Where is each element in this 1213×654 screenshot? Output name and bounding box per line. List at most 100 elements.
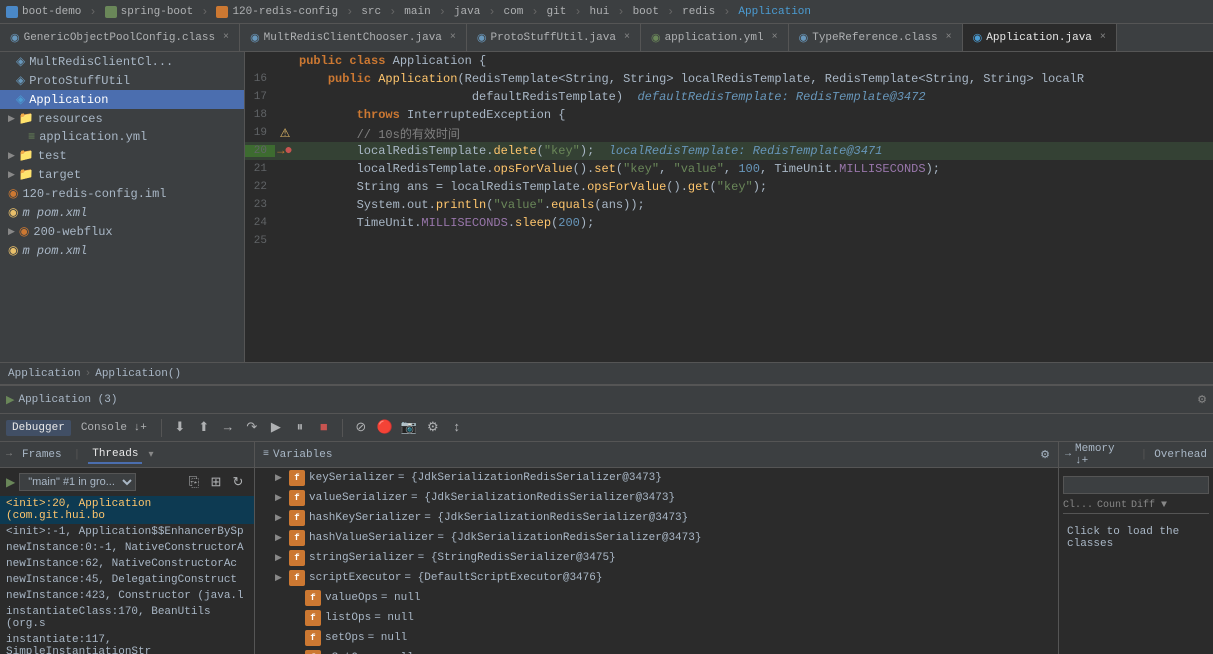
sidebar-multredis[interactable]: ◈ MultRedisClientCl... [0, 52, 244, 71]
frame-0-label: <init>:20, Application (com.git.hui.bo [6, 498, 248, 522]
tab-typereference[interactable]: ◉ TypeReference.class × [789, 24, 963, 52]
var-zset-ops[interactable]: f zSetOps = null [255, 648, 1058, 654]
variables-settings-icon[interactable]: ⚙ [1040, 448, 1050, 462]
frame-item-3[interactable]: newInstance:62, NativeConstructorAc [0, 556, 254, 572]
frame-6-label: instantiateClass:170, BeanUtils (org.s [6, 606, 248, 630]
var-key-serializer[interactable]: ▶ f keySerializer = {JdkSerializationRed… [255, 468, 1058, 488]
thread-dropdown[interactable]: "main" #1 in gro... [19, 473, 136, 491]
tab-bar: ◉ GenericObjectPoolConfig.class × ◉ Mult… [0, 24, 1213, 52]
sidebar-target[interactable]: ▶ 📁 target [0, 165, 244, 184]
frame-item-4[interactable]: newInstance:45, DelegatingConstruct [0, 572, 254, 588]
frame-item-0[interactable]: <init>:20, Application (com.git.hui.bo [0, 496, 254, 524]
settings-button[interactable]: ⚙ [423, 418, 443, 438]
sidebar-test[interactable]: ▶ 📁 test [0, 146, 244, 165]
resume-button[interactable]: ▶ [266, 418, 286, 438]
tab-application-yml[interactable]: ◉ application.yml × [641, 24, 789, 52]
sidebar-pom1-icon: ◉ [8, 205, 18, 220]
debugger-button[interactable]: Debugger [6, 420, 71, 436]
sidebar-iml-label: 120-redis-config.iml [22, 187, 166, 201]
step-over-button[interactable]: ⬇ [170, 418, 190, 438]
redis-config-icon [216, 6, 228, 18]
frame-item-6[interactable]: instantiateClass:170, BeanUtils (org.s [0, 604, 254, 632]
tab-multredis-close[interactable]: × [450, 32, 456, 43]
tab-application-java[interactable]: ◉ Application.java × [963, 24, 1117, 52]
frame-item-5[interactable]: newInstance:423, Constructor (java.l [0, 588, 254, 604]
code-line-23: 23 System.out.println("value".equals(ans… [245, 196, 1213, 214]
tab-yml-close[interactable]: × [772, 32, 778, 43]
thread-icons: ⎘ ⊞ ↻ [184, 472, 248, 492]
breadcrumb-method[interactable]: Application() [95, 368, 181, 380]
tab-protostuff-close[interactable]: × [624, 32, 630, 43]
sidebar-application-yml[interactable]: ≡ application.yml [0, 128, 244, 146]
frame-item-2[interactable]: newInstance:0:-1, NativeConstructorA [0, 540, 254, 556]
sidebar-pom1[interactable]: ◉ m pom.xml [0, 203, 244, 222]
frame-5-label: newInstance:423, Constructor (java.l [6, 590, 244, 602]
copy-icon[interactable]: ⎘ [184, 472, 204, 492]
sidebar-multredis-icon: ◈ [16, 54, 25, 69]
var-value-serializer[interactable]: ▶ f valueSerializer = {JdkSerializationR… [255, 488, 1058, 508]
click-to-load-text[interactable]: Click to load the classes [1063, 518, 1209, 558]
variables-title: Variables [273, 449, 332, 461]
var-string-serializer[interactable]: ▶ f stringSerializer = {StringRedisSeria… [255, 548, 1058, 568]
var-hash-value-serializer[interactable]: ▶ f hashValueSerializer = {JdkSerializat… [255, 528, 1058, 548]
sidebar-protostuff[interactable]: ◈ ProtoStuffUtil [0, 71, 244, 90]
frame-7-label: instantiate:117, SimpleInstantiationStr [6, 634, 248, 654]
top-bar-spring-boot[interactable]: spring-boot [105, 6, 194, 18]
sidebar-test-label: test [38, 149, 67, 163]
tab-application-close[interactable]: × [1100, 32, 1106, 43]
stop-button[interactable]: ■ [314, 418, 334, 438]
filter-icon[interactable]: ⊞ [206, 472, 226, 492]
col-count: Count [1097, 500, 1127, 511]
sidebar-iml[interactable]: ◉ 120-redis-config.iml [0, 184, 244, 203]
tab-multredis[interactable]: ◉ MultRedisClientChooser.java × [240, 24, 467, 52]
sidebar-pom2[interactable]: ◉ m pom.xml [0, 241, 244, 260]
sidebar-application-icon: ◈ [16, 92, 25, 107]
memory-search-input[interactable] [1063, 476, 1209, 494]
top-bar-java: java [454, 6, 480, 18]
step-out-button[interactable]: → [218, 418, 238, 438]
get-thread-dump-button[interactable]: 📷 [399, 418, 419, 438]
tab-typereference-label: TypeReference.class [812, 32, 937, 44]
tab-typereference-close[interactable]: × [946, 32, 952, 43]
var-script-executor[interactable]: ▶ f scriptExecutor = {DefaultScriptExecu… [255, 568, 1058, 588]
frame-item-1[interactable]: <init>:-1, Application$$EnhancerBySp [0, 524, 254, 540]
run-to-cursor-button[interactable]: ↷ [242, 418, 262, 438]
view-breakpoints-button[interactable]: 🔴 [375, 418, 395, 438]
pause-button[interactable]: ⏸ [290, 418, 310, 438]
memory-tab[interactable]: Memory ↓+ [1075, 443, 1134, 467]
var-list-ops[interactable]: f listOps = null [255, 608, 1058, 628]
code-line-16: 16 public Application(RedisTemplate<Stri… [245, 70, 1213, 88]
restore-icon[interactable]: ↻ [228, 472, 248, 492]
tab-generic-pool[interactable]: ◉ GenericObjectPoolConfig.class × [0, 24, 240, 52]
sidebar-resources[interactable]: ▶ 📁 resources [0, 109, 244, 128]
var-value-ops[interactable]: f valueOps = null [255, 588, 1058, 608]
breadcrumb-application[interactable]: Application [8, 368, 81, 380]
top-bar-boot-demo[interactable]: boot-demo [6, 6, 81, 18]
top-bar-redis-config[interactable]: 120-redis-config [216, 6, 338, 18]
frames-tab[interactable]: Frames [18, 447, 66, 463]
var-set-ops[interactable]: f setOps = null [255, 628, 1058, 648]
console-button[interactable]: Console ↓+ [75, 420, 153, 436]
sidebar-webflux[interactable]: ▶ ◉ 200-webflux [0, 222, 244, 241]
step-into-button[interactable]: ⬆ [194, 418, 214, 438]
overhead-tab[interactable]: Overhead [1154, 449, 1207, 461]
session-settings-icon[interactable]: ⚙ [1197, 393, 1207, 407]
memory-panel: → Memory ↓+ | Overhead Cl... Count Diff … [1058, 442, 1213, 654]
tab-protostuff[interactable]: ◉ ProtoStuffUtil.java × [467, 24, 641, 52]
tab-generic-pool-close[interactable]: × [223, 32, 229, 43]
code-content[interactable]: public class Application { 16 public App… [245, 52, 1213, 362]
restore-layout-button[interactable]: ↕ [447, 418, 467, 438]
sidebar-iml-icon: ◉ [8, 186, 18, 201]
threads-tab[interactable]: Threads [88, 446, 142, 464]
tab-application-label: Application.java [986, 32, 1092, 44]
tab-protostuff-icon: ◉ [477, 31, 487, 45]
var-hash-key-serializer[interactable]: ▶ f hashKeySerializer = {JdkSerializatio… [255, 508, 1058, 528]
memory-content: Cl... Count Diff ▼ Click to load the cla… [1059, 468, 1213, 654]
breakpoint-icon: ● [284, 143, 292, 159]
sidebar-webflux-arrow: ▶ [8, 227, 15, 237]
sidebar-application[interactable]: ◈ Application [0, 90, 244, 109]
mute-breakpoints-button[interactable]: ⊘ [351, 418, 371, 438]
var-zset-ops-icon: f [305, 650, 321, 654]
frame-item-7[interactable]: instantiate:117, SimpleInstantiationStr [0, 632, 254, 654]
sidebar-yml-icon: ≡ [28, 130, 35, 144]
